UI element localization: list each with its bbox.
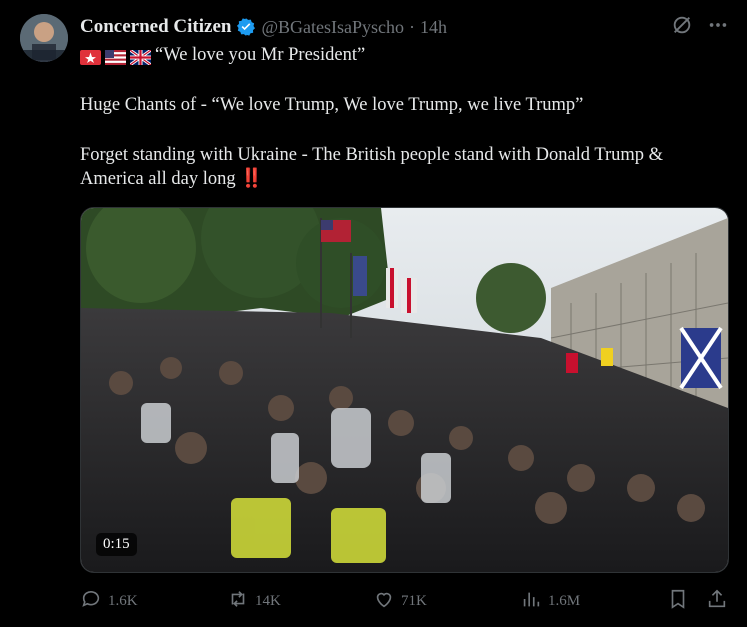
us-flag-icon <box>105 48 126 65</box>
tweet-line-3-text: Forget standing with Ukraine - The Briti… <box>80 145 664 189</box>
reply-icon <box>80 588 102 615</box>
reply-count: 1.6K <box>108 593 138 609</box>
share-button[interactable] <box>706 588 728 615</box>
like-icon <box>373 588 395 615</box>
share-icon <box>706 588 728 615</box>
bookmark-button[interactable] <box>667 588 689 615</box>
tweet-header: Concerned Citizen @BGatesIsaPyscho · 14h <box>80 14 447 40</box>
like-button[interactable]: 71K <box>373 588 427 615</box>
author-handle[interactable]: @BGatesIsaPyscho <box>261 17 404 38</box>
double-exclamation-icon: ‼️ <box>240 169 263 189</box>
author-display-name[interactable]: Concerned Citizen <box>80 16 231 38</box>
video-player[interactable] <box>80 207 729 573</box>
tweet-line-1: “We love you Mr President” <box>80 43 730 67</box>
tweet-top-actions <box>671 14 729 36</box>
video-duration-badge: 0:15 <box>96 533 137 556</box>
grok-icon[interactable] <box>671 14 693 36</box>
verified-badge-icon[interactable] <box>236 17 256 37</box>
bookmark-icon <box>667 588 689 615</box>
views-button[interactable]: 1.6M <box>520 588 580 615</box>
tweet-line-2: Huge Chants of - “We love Trump, We love… <box>80 95 584 115</box>
views-count: 1.6M <box>548 593 581 609</box>
timestamp[interactable]: 14h <box>420 17 447 38</box>
uk-flag-icon <box>129 48 152 66</box>
tweet-quote-text: “We love you Mr President” <box>155 45 366 65</box>
tweet-line-3: Forget standing with Ukraine - The Briti… <box>80 143 730 191</box>
reply-button[interactable]: 1.6K <box>80 588 138 615</box>
tweet-text: “We love you Mr President” Huge Chants o… <box>80 43 730 191</box>
siren-icon <box>80 48 101 65</box>
repost-icon <box>227 588 249 615</box>
views-icon <box>520 588 542 615</box>
repost-button[interactable]: 14K <box>227 588 281 615</box>
tweet-action-bar: 1.6K 14K 71K 1.6M <box>80 588 730 614</box>
repost-count: 14K <box>255 593 281 609</box>
separator-dot: · <box>409 16 416 37</box>
like-count: 71K <box>401 593 427 609</box>
more-icon[interactable] <box>707 14 729 36</box>
avatar[interactable] <box>20 14 68 62</box>
